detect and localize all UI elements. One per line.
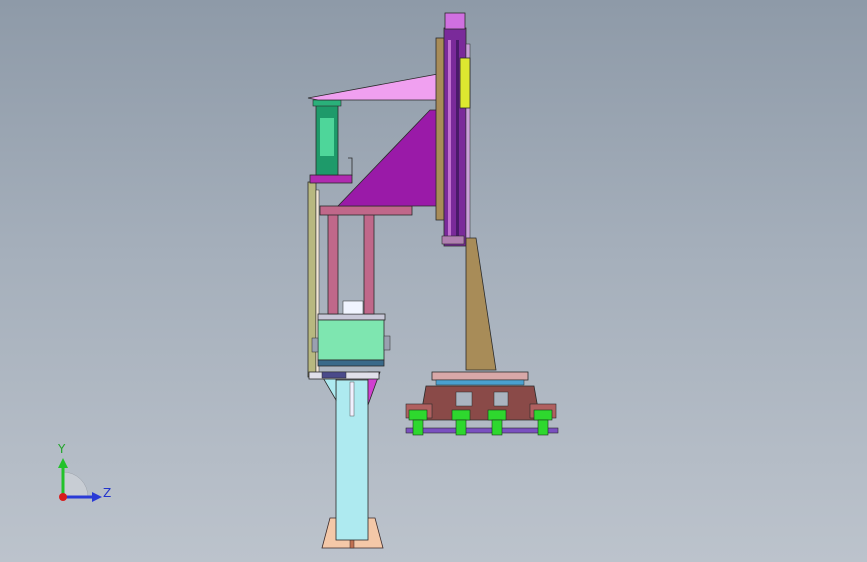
mint-block-bottom-plate	[317, 359, 385, 367]
top-beam	[319, 205, 413, 216]
motor-mount-plate	[309, 174, 353, 184]
mint-block-window	[342, 300, 364, 315]
z-axis-arrow	[92, 492, 102, 502]
y-axis-arrow	[58, 458, 68, 468]
column-bottom-cap	[441, 235, 465, 245]
y-axis-label: Y	[58, 442, 66, 456]
cad-viewport[interactable]: Y Z	[0, 0, 867, 562]
upright-left	[327, 213, 339, 315]
motor-mount-lip	[348, 157, 353, 176]
slider-block[interactable]	[459, 57, 471, 109]
pink-top-plate	[307, 73, 439, 101]
gripper-bottom-bar	[405, 427, 559, 434]
triad-quarter-disc	[62, 471, 89, 498]
column-back-plate	[435, 37, 445, 221]
mint-block-side-tab	[383, 335, 391, 351]
rail-inner-stripe-2	[456, 40, 459, 240]
z-axis-label: Z	[103, 486, 112, 500]
axis-triad	[58, 458, 102, 502]
support-column	[465, 237, 497, 371]
gripper-cutout-right	[493, 391, 509, 407]
robot-arm-model[interactable]	[0, 0, 867, 562]
post-slot	[349, 381, 355, 417]
motor-cap	[312, 99, 342, 107]
mint-block-top-plate	[317, 313, 386, 321]
gripper-cutout-left	[455, 391, 473, 407]
mint-block	[317, 319, 385, 361]
post-gusset-left	[321, 375, 337, 402]
gripper-body	[419, 385, 541, 421]
upright-right	[363, 213, 375, 315]
base-plate-dark	[321, 371, 347, 379]
gripper-top-rail	[431, 371, 529, 381]
mint-block-left-tab	[311, 337, 319, 353]
gripper-rail-strip	[435, 379, 525, 386]
motor-highlight	[320, 118, 334, 156]
column-top-cap	[444, 12, 466, 30]
magenta-bracket	[337, 109, 439, 207]
rail-inner-stripe-1	[448, 40, 451, 240]
triad-origin	[59, 493, 67, 501]
